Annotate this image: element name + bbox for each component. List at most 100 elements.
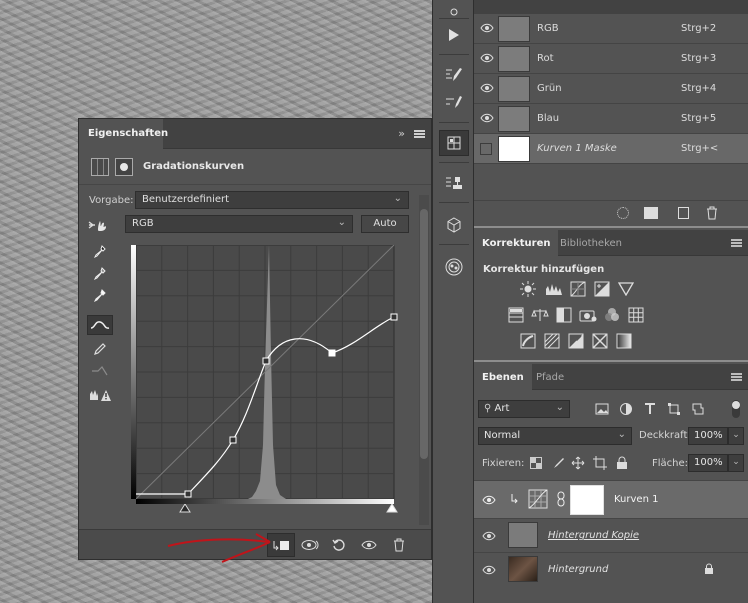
- smooth-curve-icon[interactable]: [87, 361, 113, 381]
- chevron-down-icon: ⌄: [337, 217, 346, 228]
- delete-trash-icon[interactable]: [385, 533, 413, 557]
- link-chain-icon[interactable]: [556, 491, 566, 507]
- visibility-eye-icon[interactable]: [480, 113, 494, 123]
- layer-filter-select[interactable]: ⚲ Art ⌄: [478, 400, 570, 418]
- white-point-slider[interactable]: [386, 504, 398, 515]
- layer-mask-icon[interactable]: [115, 158, 133, 176]
- invert-icon[interactable]: [518, 332, 538, 350]
- filter-smart-object-icon[interactable]: [688, 400, 708, 418]
- gradient-map-icon[interactable]: [614, 332, 634, 350]
- channel-select[interactable]: RGB ⌄: [125, 215, 353, 233]
- channel-name: Blau: [537, 113, 560, 124]
- adjustments-panel-icon[interactable]: [439, 130, 469, 156]
- visibility-eye-icon[interactable]: [482, 565, 496, 575]
- blend-mode-select[interactable]: Normal ⌄: [478, 427, 632, 445]
- lock-transparent-icon[interactable]: [526, 454, 546, 472]
- delete-trash-icon[interactable]: [706, 206, 718, 220]
- eyedropper-white-icon[interactable]: [87, 287, 113, 307]
- target-adjust-hand-icon[interactable]: [85, 215, 111, 235]
- layer-row-background-copy[interactable]: Hintergrund Kopie: [474, 518, 748, 552]
- eyedropper-gray-icon[interactable]: [87, 265, 113, 285]
- search-icon: ⚲: [484, 403, 492, 414]
- tab-adjustments[interactable]: Korrekturen: [474, 230, 559, 256]
- lock-artboard-icon[interactable]: [590, 454, 610, 472]
- filter-shape-icon[interactable]: [664, 400, 684, 418]
- fill-dropdown[interactable]: ⌄: [728, 454, 744, 472]
- preset-select[interactable]: Benutzerdefiniert ⌄: [135, 191, 409, 209]
- panel-menu-icon[interactable]: [731, 373, 742, 381]
- visibility-eye-icon[interactable]: [480, 83, 494, 93]
- tab-layers[interactable]: Ebenen: [474, 364, 532, 390]
- pencil-icon[interactable]: [87, 339, 113, 359]
- channel-row-mask[interactable]: Kurven 1 Maske Strg+<: [474, 134, 748, 164]
- clipping-warning-icon[interactable]: [87, 385, 113, 405]
- curves-icon[interactable]: [568, 280, 588, 298]
- channel-row-red[interactable]: Rot Strg+3: [474, 44, 748, 74]
- properties-scrollbar[interactable]: [419, 195, 429, 525]
- tab-libraries[interactable]: Bibliotheken: [552, 230, 630, 256]
- 3d-cube-icon[interactable]: [439, 212, 469, 238]
- channel-row-green[interactable]: Grün Strg+4: [474, 74, 748, 104]
- filter-type-icon[interactable]: [640, 400, 660, 418]
- collapse-icon[interactable]: »: [398, 127, 405, 140]
- photo-filter-icon[interactable]: [578, 306, 598, 324]
- mask-thumbnail[interactable]: [570, 485, 604, 515]
- color-balance-icon[interactable]: [530, 306, 550, 324]
- panel-menu-icon[interactable]: [414, 130, 425, 138]
- properties-panel: Eigenschaften » Gradationskurven Vorgabe…: [78, 118, 432, 560]
- styles-icon[interactable]: [439, 254, 469, 280]
- visibility-eye-icon[interactable]: [480, 53, 494, 63]
- hue-saturation-icon[interactable]: [506, 306, 526, 324]
- exposure-icon[interactable]: [592, 280, 612, 298]
- tab-paths[interactable]: Pfade: [528, 364, 572, 390]
- auto-button[interactable]: Auto: [361, 215, 409, 233]
- vibrance-icon[interactable]: [616, 280, 636, 298]
- brush-presets-icon[interactable]: [439, 90, 469, 116]
- black-white-icon[interactable]: [554, 306, 574, 324]
- panel-menu-icon[interactable]: [731, 239, 742, 247]
- layer-row-background[interactable]: Hintergrund: [474, 552, 748, 586]
- posterize-icon[interactable]: [542, 332, 562, 350]
- layer-row-kurven[interactable]: Kurven 1: [474, 480, 748, 518]
- channel-row-rgb[interactable]: RGB Strg+2: [474, 14, 748, 44]
- eyedropper-black-icon[interactable]: [87, 243, 113, 263]
- reset-icon[interactable]: [325, 533, 353, 557]
- channel-row-blue[interactable]: Blau Strg+5: [474, 104, 748, 134]
- visibility-eye-icon[interactable]: [482, 531, 496, 541]
- fill-input[interactable]: 100%: [688, 454, 728, 472]
- curves-adjustment-icon[interactable]: [528, 489, 548, 509]
- lock-all-icon[interactable]: [612, 454, 632, 472]
- visibility-toggle-empty[interactable]: [480, 143, 492, 155]
- brightness-icon[interactable]: [518, 280, 538, 298]
- selective-color-icon[interactable]: [590, 332, 610, 350]
- black-point-slider[interactable]: [179, 504, 191, 515]
- lock-position-icon[interactable]: [568, 454, 588, 472]
- curve-graph[interactable]: [136, 245, 400, 505]
- curve-points-tool-icon[interactable]: [87, 315, 113, 335]
- visibility-eye-icon[interactable]: [355, 533, 383, 557]
- play-actions-icon[interactable]: [439, 22, 469, 48]
- lock-image-icon[interactable]: [548, 454, 568, 472]
- threshold-icon[interactable]: [566, 332, 586, 350]
- brush-settings-icon[interactable]: [439, 62, 469, 88]
- tab-properties[interactable]: Eigenschaften: [79, 119, 168, 149]
- levels-icon[interactable]: [544, 280, 564, 298]
- opacity-dropdown[interactable]: ⌄: [728, 427, 744, 445]
- view-previous-state-button[interactable]: [297, 533, 325, 557]
- scrollbar-thumb[interactable]: [420, 209, 428, 459]
- load-selection-icon[interactable]: [617, 207, 629, 219]
- properties-title: Gradationskurven: [143, 161, 245, 172]
- color-lookup-icon[interactable]: [626, 306, 646, 324]
- clone-source-icon[interactable]: [439, 170, 469, 196]
- visibility-eye-icon[interactable]: [482, 495, 496, 505]
- channel-mixer-icon[interactable]: [602, 306, 622, 324]
- save-selection-icon[interactable]: [644, 207, 658, 219]
- opacity-input[interactable]: 100%: [688, 427, 728, 445]
- new-channel-icon[interactable]: [678, 207, 689, 219]
- filter-adjustment-icon[interactable]: [616, 400, 636, 418]
- filter-toggle[interactable]: [732, 400, 740, 418]
- curves-adjustment-icon[interactable]: [91, 158, 109, 176]
- filter-pixel-icon[interactable]: [592, 400, 612, 418]
- visibility-eye-icon[interactable]: [480, 23, 494, 33]
- channel-thumbnail: [498, 106, 530, 132]
